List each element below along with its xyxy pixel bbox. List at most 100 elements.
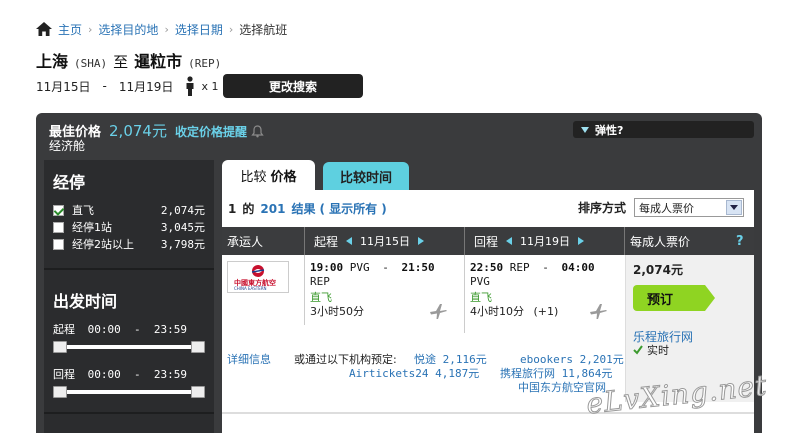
divider xyxy=(304,255,305,325)
outbound-arr-code: REP xyxy=(310,275,330,288)
slider-handle-start[interactable] xyxy=(53,386,67,398)
cabin-class: 经济舱 xyxy=(49,139,86,153)
outbound-time-label: 起程 xyxy=(53,323,75,336)
departure-time-title: 出发时间 xyxy=(53,292,118,311)
col-carrier: 承运人 xyxy=(227,234,264,249)
col-return: 回程 11月19日 xyxy=(474,227,585,255)
passenger-count: x 1 xyxy=(201,79,219,93)
book-button[interactable]: 预订 xyxy=(633,285,715,311)
stop-filter-1stop[interactable]: 经停1站 3,045元 xyxy=(53,219,205,235)
return-time-slider[interactable] xyxy=(53,386,205,398)
bell-icon xyxy=(251,125,264,138)
flexible-dates-toggle[interactable]: 弹性? xyxy=(573,121,754,138)
breadcrumb-destination-link[interactable]: 选择目的地 xyxy=(98,21,158,38)
outbound-dash: - xyxy=(382,261,389,274)
results-table-header: 承运人 起程 11月15日 回程 11月19日 每成人票价 ? xyxy=(222,227,754,255)
prev-date-arrow-icon[interactable] xyxy=(346,237,353,245)
realtime-label: 实时 xyxy=(647,344,669,357)
col-outbound-date: 11月15日 xyxy=(360,235,411,248)
return-dash: - xyxy=(542,261,549,274)
divider xyxy=(624,227,625,255)
realtime-badge: 实时 xyxy=(633,342,669,358)
return-duration-value: 4小时10分 xyxy=(470,305,524,318)
stop-filter-label: 经停1站 xyxy=(72,221,112,234)
return-times: 22:50 REP - 04:00 xyxy=(470,261,626,275)
sort-select[interactable]: 每成人票价 xyxy=(634,198,745,217)
divider xyxy=(304,227,305,255)
checkbox-checked[interactable] xyxy=(53,204,64,216)
stop-filter-label: 直飞 xyxy=(72,204,94,217)
best-price-value: 2,074元 xyxy=(109,122,167,140)
col-return-label: 回程 xyxy=(474,234,499,249)
stops-filter-title: 经停 xyxy=(53,173,86,192)
chevron-right-icon: › xyxy=(228,22,234,36)
alt-agent-link[interactable]: Airtickets24 4,187元 xyxy=(349,365,479,381)
help-icon[interactable]: ? xyxy=(736,227,744,255)
return-time-label: 回程 xyxy=(53,368,75,381)
results-label: 结果 xyxy=(291,202,316,216)
route-title: 上海 (SHA) 至 暹粒市 (REP) xyxy=(36,48,221,72)
destination-code: (REP) xyxy=(188,57,222,70)
show-all-link[interactable]: ( 显示所有 ) xyxy=(319,200,386,217)
divider xyxy=(222,412,754,414)
tab-compare-time[interactable]: 比较时间 xyxy=(323,162,409,190)
return-next-day: (+1) xyxy=(533,305,559,318)
return-arr-time: 04:00 xyxy=(561,261,595,274)
col-outbound-label: 起程 xyxy=(314,234,339,249)
outbound-time-slider[interactable] xyxy=(53,341,205,353)
chevron-down-icon[interactable] xyxy=(726,200,743,215)
origin-city: 上海 xyxy=(36,52,69,71)
price-alert-link[interactable]: 收定价格提醒 xyxy=(175,123,264,140)
outbound-arr-time: 21:50 xyxy=(401,261,435,274)
passenger-icon xyxy=(186,76,194,96)
date-dash: - xyxy=(102,79,107,93)
triangle-down-icon xyxy=(581,126,589,133)
return-time-value: 00:00 - 23:59 xyxy=(87,368,187,381)
trip-dates: 11月15日 - 11月19日 x 1 xyxy=(36,74,218,98)
tab-compare-price[interactable]: 比较 价格 xyxy=(222,160,315,190)
sort-select-value: 每成人票价 xyxy=(639,201,695,215)
breadcrumb-home-link[interactable]: 主页 xyxy=(58,21,82,38)
home-icon[interactable] xyxy=(36,22,52,36)
outbound-dep-code: PVG xyxy=(349,261,370,274)
chevron-right-icon: › xyxy=(164,22,169,36)
checkbox[interactable] xyxy=(53,238,64,250)
filter-sidebar: 经停 直飞 2,074元 经停1站 3,045元 经停2站以上 3,798元 出… xyxy=(44,160,214,433)
breadcrumb-date-link[interactable]: 选择日期 xyxy=(175,21,223,38)
change-search-button[interactable]: 更改搜索 xyxy=(223,74,363,98)
stop-filter-nonstop[interactable]: 直飞 2,074元 xyxy=(53,202,205,218)
details-link[interactable]: 详细信息 xyxy=(227,351,271,367)
checkbox[interactable] xyxy=(53,221,64,233)
next-date-arrow-icon[interactable] xyxy=(418,237,425,245)
flight-price: 2,074元 xyxy=(633,263,683,277)
stop-filter-2stops[interactable]: 经停2站以上 3,798元 xyxy=(53,236,205,252)
airline-logo: 中國東方航空 CHINA EASTERN xyxy=(227,261,289,293)
airline-logo-subtext: CHINA EASTERN xyxy=(234,286,267,291)
return-dep-code: REP xyxy=(509,261,530,274)
divider xyxy=(44,412,214,414)
outbound-time-value: 00:00 - 23:59 xyxy=(87,323,187,336)
slider-handle-end[interactable] xyxy=(191,386,205,398)
price-alert-label: 收定价格提醒 xyxy=(174,125,247,139)
divider xyxy=(464,227,465,255)
slider-handle-start[interactable] xyxy=(53,341,67,353)
outbound-times: 19:00 PVG - 21:50 xyxy=(310,261,466,275)
next-date-arrow-icon[interactable] xyxy=(578,237,585,245)
col-outbound: 起程 11月15日 xyxy=(314,227,425,255)
results-start: 1 xyxy=(228,201,237,216)
outbound-dep-time: 19:00 xyxy=(310,261,344,274)
slider-handle-end[interactable] xyxy=(191,341,205,353)
prev-date-arrow-icon[interactable] xyxy=(506,237,513,245)
results-total: 201 xyxy=(260,201,286,216)
stop-filter-label: 经停2站以上 xyxy=(72,238,134,251)
tab-price-label: 价格 xyxy=(270,169,297,185)
outbound-time-range: 起程 00:00 - 23:59 xyxy=(53,321,187,337)
destination-city: 暹粒市 xyxy=(134,52,183,71)
airplane-icon xyxy=(430,304,447,319)
return-dep-time: 22:50 xyxy=(470,261,504,274)
divider xyxy=(44,268,214,270)
tab-price-prefix: 比较 xyxy=(240,169,267,185)
slider-track xyxy=(59,390,199,394)
route-connector: 至 xyxy=(113,53,129,71)
stop-filter-price: 3,798元 xyxy=(160,238,205,251)
